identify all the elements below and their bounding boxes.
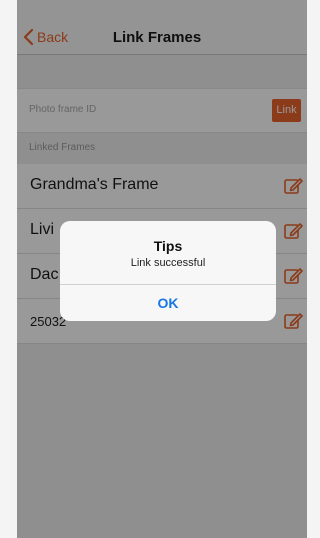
tips-alert-dialog: Tips Link successful OK — [60, 221, 276, 321]
app-screen: Back Link Frames Photo frame ID Link Lin… — [17, 0, 307, 538]
alert-title: Tips — [153, 238, 183, 254]
ok-button[interactable]: OK — [60, 285, 276, 321]
alert-message: Link successful — [130, 257, 206, 269]
